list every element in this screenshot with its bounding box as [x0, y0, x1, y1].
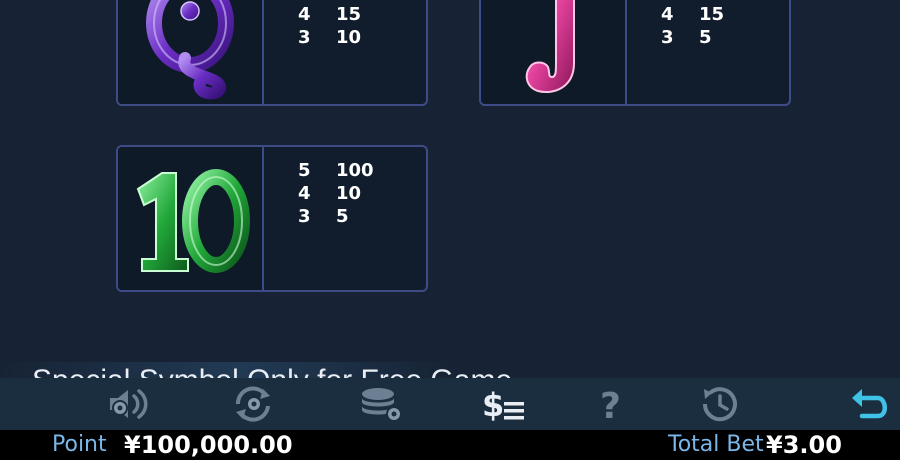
history-icon — [702, 387, 737, 422]
sound-icon — [110, 389, 148, 419]
q-payouts: 4 15 3 10 — [298, 3, 361, 49]
help-icon: ? — [600, 386, 621, 424]
toolbar: $ ? — [0, 378, 900, 430]
j-symbol-icon — [525, 0, 575, 93]
chips-settings-icon — [362, 388, 402, 422]
autoplay-icon — [235, 386, 270, 422]
pay-row: 3 10 — [298, 27, 362, 48]
svg-text:$: $ — [482, 386, 504, 424]
help-button[interactable]: ? — [588, 382, 636, 426]
back-icon — [852, 389, 887, 419]
point-label: Point — [52, 432, 107, 457]
point-value: ¥100,000.00 — [124, 431, 293, 459]
history-button[interactable] — [696, 382, 744, 426]
autoplay-button[interactable] — [230, 382, 278, 426]
ten-payouts: 5 100 4 10 35 — [298, 159, 374, 228]
back-button[interactable] — [848, 382, 896, 426]
pay-row: 4 15 — [661, 4, 725, 25]
paytable-card-j: 4 15 35 — [479, 0, 791, 106]
paytable-card-q: 4 15 3 10 — [116, 0, 428, 106]
j-symbol — [481, 0, 627, 104]
sound-button[interactable] — [106, 382, 154, 426]
pay-row: 4 15 — [298, 4, 362, 25]
chip-settings-button[interactable] — [358, 382, 406, 426]
pay-row: 4 10 — [298, 183, 362, 204]
pay-row: 5 100 — [298, 160, 374, 181]
pay-row: 35 — [661, 27, 712, 48]
balance-bar: Point ¥100,000.00 Total Bet ¥3.00 — [0, 430, 900, 460]
ten-symbol-icon — [136, 168, 250, 273]
q-symbol — [118, 0, 264, 104]
ten-symbol — [118, 147, 264, 290]
paytable-card-10: 5 100 4 10 35 — [116, 145, 428, 292]
j-payouts: 4 15 35 — [661, 3, 724, 49]
pay-row: 35 — [298, 206, 349, 227]
total-bet-label: Total Bet — [668, 432, 764, 457]
q-symbol-icon — [146, 0, 234, 100]
total-bet-value: ¥3.00 — [766, 431, 842, 459]
paytable-icon: $ — [482, 386, 524, 424]
paytable-button[interactable]: $ — [480, 382, 528, 426]
svg-text:?: ? — [600, 386, 621, 424]
